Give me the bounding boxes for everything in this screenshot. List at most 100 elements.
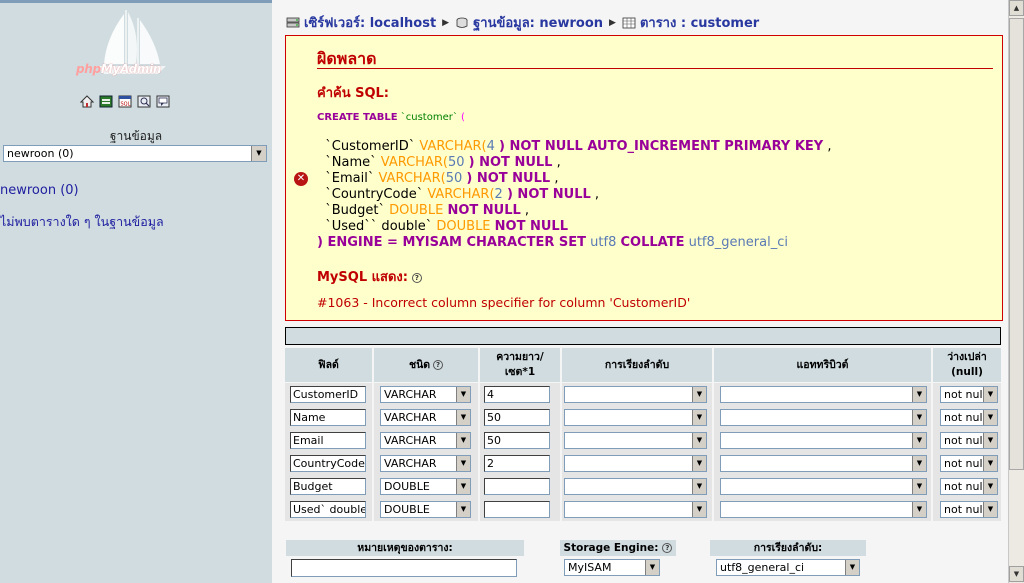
- field-type-select[interactable]: VARCHAR ▼: [380, 409, 471, 426]
- field-null-select[interactable]: not null ▼: [940, 432, 998, 449]
- field-attribute-select[interactable]: ▼: [720, 501, 927, 518]
- storage-engine-select[interactable]: MyISAM ▼: [564, 559, 660, 576]
- field-name-input[interactable]: Used` double: [290, 501, 366, 518]
- field-collation-select[interactable]: ▼: [564, 501, 707, 518]
- breadcrumb-arrow-icon: ▶: [609, 17, 616, 28]
- field-type-select[interactable]: VARCHAR ▼: [380, 386, 471, 403]
- database-link-newroon[interactable]: newroon (0): [0, 183, 79, 198]
- docs-icon[interactable]: [137, 95, 151, 108]
- home-icon[interactable]: [79, 95, 95, 108]
- chevron-down-icon[interactable]: ▼: [912, 410, 926, 425]
- table-comment-input[interactable]: [291, 559, 517, 577]
- sql-column: `CustomerID`: [325, 139, 416, 154]
- field-length-input[interactable]: [484, 478, 550, 495]
- help-icon[interactable]: ?: [662, 543, 673, 553]
- field-length-input[interactable]: 50: [484, 432, 550, 449]
- field-collation-select[interactable]: ▼: [564, 386, 707, 403]
- chevron-down-icon[interactable]: ▼: [692, 410, 706, 425]
- field-length-input[interactable]: 4: [484, 386, 550, 403]
- field-attribute-select[interactable]: ▼: [720, 409, 927, 426]
- error-message: #1063 - Incorrect column specifier for c…: [317, 295, 691, 310]
- chevron-down-icon[interactable]: ▼: [692, 479, 706, 494]
- field-length-input[interactable]: 2: [484, 455, 550, 472]
- chevron-down-icon[interactable]: ▼: [692, 433, 706, 448]
- field-collation-select[interactable]: ▼: [564, 432, 707, 449]
- field-name-input[interactable]: Name: [290, 409, 366, 426]
- field-type-select-value: DOUBLE: [384, 480, 430, 493]
- breadcrumb-table[interactable]: ตาราง : customer: [640, 12, 759, 33]
- sql-type: DOUBLE: [436, 219, 491, 234]
- chevron-down-icon[interactable]: ▼: [912, 479, 926, 494]
- breadcrumb-database[interactable]: ฐานข้อมูล: newroon: [473, 12, 603, 33]
- chevron-down-icon[interactable]: ▼: [983, 479, 997, 494]
- table-collation-value: utf8_general_ci: [720, 561, 805, 574]
- chevron-down-icon[interactable]: ▼: [912, 502, 926, 517]
- field-null-select[interactable]: not null ▼: [940, 501, 998, 518]
- field-name-input[interactable]: CustomerID: [290, 386, 366, 403]
- chevron-down-icon[interactable]: ▼: [983, 387, 997, 402]
- chevron-down-icon[interactable]: ▼: [456, 502, 470, 517]
- frame-top-border: [0, 0, 272, 3]
- sql-line-customerid: `CustomerID` VARCHAR(4 ) NOT NULL AUTO_I…: [317, 139, 831, 154]
- vertical-scrollbar[interactable]: ▲ ▼: [1008, 0, 1024, 583]
- chevron-down-icon[interactable]: ▼: [456, 433, 470, 448]
- sql-keyword: ) NOT NULL AUTO_INCREMENT PRIMARY KEY: [499, 139, 824, 154]
- field-attribute-select[interactable]: ▼: [720, 478, 927, 495]
- table-collation-select[interactable]: utf8_general_ci ▼: [716, 559, 860, 576]
- chevron-down-icon[interactable]: ▼: [983, 410, 997, 425]
- help-icon[interactable]: ?: [433, 360, 444, 370]
- chevron-down-icon[interactable]: ▼: [912, 387, 926, 402]
- chevron-down-icon[interactable]: ▼: [983, 502, 997, 517]
- field-collation-select[interactable]: ▼: [564, 409, 707, 426]
- help-icon[interactable]: [156, 95, 170, 108]
- field-collation-select[interactable]: ▼: [564, 455, 707, 472]
- field-attribute-select[interactable]: ▼: [720, 386, 927, 403]
- left-toolbar: SQL: [79, 95, 170, 108]
- scroll-down-icon[interactable]: ▼: [1009, 566, 1024, 582]
- field-null-select[interactable]: not null ▼: [940, 455, 998, 472]
- field-type-select[interactable]: VARCHAR ▼: [380, 455, 471, 472]
- chevron-down-icon[interactable]: ▼: [456, 410, 470, 425]
- chevron-down-icon[interactable]: ▼: [912, 456, 926, 471]
- field-name-input[interactable]: Budget: [290, 478, 366, 495]
- sql-comma: ,: [554, 171, 559, 186]
- chevron-down-icon[interactable]: ▼: [645, 560, 659, 575]
- chevron-down-icon[interactable]: ▼: [912, 433, 926, 448]
- field-type-select[interactable]: DOUBLE ▼: [380, 501, 471, 518]
- chevron-down-icon[interactable]: ▼: [251, 146, 266, 161]
- database-select[interactable]: newroon (0) ▼: [3, 145, 267, 162]
- breadcrumb-server[interactable]: เซิร์ฟเวอร์: localhost: [304, 12, 436, 33]
- help-icon[interactable]: ?: [411, 272, 422, 283]
- field-type-select[interactable]: VARCHAR ▼: [380, 432, 471, 449]
- sql-column: `Used`` double`: [325, 219, 433, 234]
- field-null-select[interactable]: not null ▼: [940, 409, 998, 426]
- chevron-down-icon[interactable]: ▼: [456, 479, 470, 494]
- scroll-up-icon[interactable]: ▲: [1009, 0, 1024, 16]
- field-length-input[interactable]: [484, 501, 550, 518]
- sql-paren: (: [461, 112, 465, 123]
- chevron-down-icon[interactable]: ▼: [845, 560, 859, 575]
- scrollbar-thumb[interactable]: [1009, 18, 1024, 470]
- field-collation-select[interactable]: ▼: [564, 478, 707, 495]
- field-attribute-select[interactable]: ▼: [720, 455, 927, 472]
- chevron-down-icon[interactable]: ▼: [692, 456, 706, 471]
- field-null-select-value: not null: [944, 503, 986, 516]
- field-null-select[interactable]: not null ▼: [940, 386, 998, 403]
- sql-icon[interactable]: SQL: [118, 95, 132, 108]
- field-attribute-select[interactable]: ▼: [720, 432, 927, 449]
- chevron-down-icon[interactable]: ▼: [456, 387, 470, 402]
- field-null-select[interactable]: not null ▼: [940, 478, 998, 495]
- field-name-input[interactable]: Email: [290, 432, 366, 449]
- field-type-select[interactable]: DOUBLE ▼: [380, 478, 471, 495]
- chevron-down-icon[interactable]: ▼: [692, 387, 706, 402]
- storage-engine-text: Storage Engine:: [563, 542, 659, 554]
- sql-charset: utf8: [590, 235, 617, 250]
- chevron-down-icon[interactable]: ▼: [983, 456, 997, 471]
- field-length-input[interactable]: 50: [484, 409, 550, 426]
- query-window-icon[interactable]: [99, 95, 113, 108]
- chevron-down-icon[interactable]: ▼: [983, 433, 997, 448]
- chevron-down-icon[interactable]: ▼: [692, 502, 706, 517]
- chevron-down-icon[interactable]: ▼: [456, 456, 470, 471]
- header-field: ฟิลด์: [285, 348, 372, 382]
- field-name-input[interactable]: CountryCode: [290, 455, 366, 472]
